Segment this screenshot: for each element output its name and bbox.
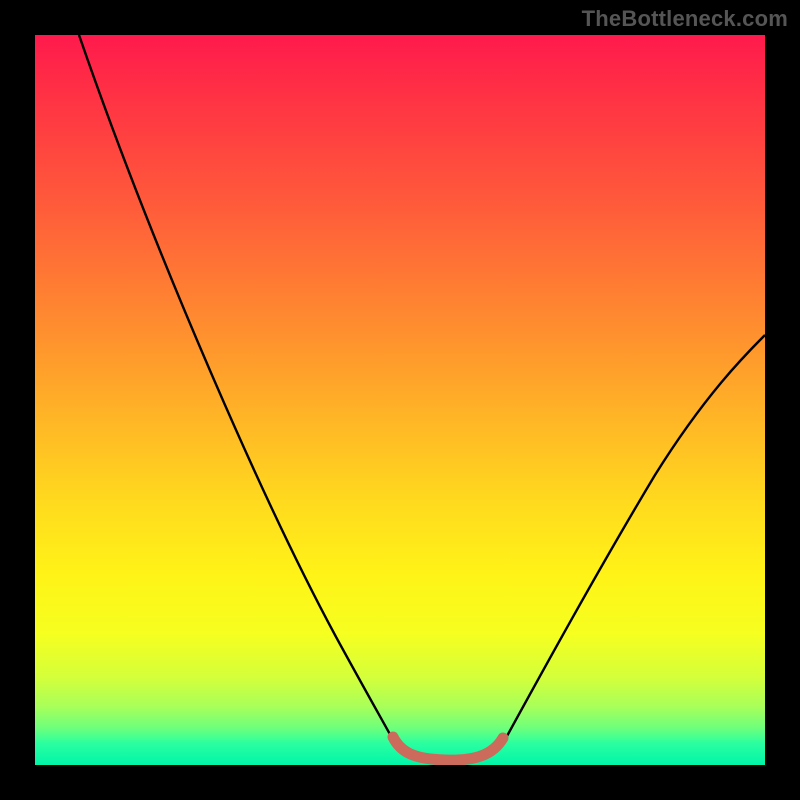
trough-band-path [393, 737, 503, 760]
curve-left-path [79, 35, 397, 747]
watermark-text: TheBottleneck.com [582, 6, 788, 32]
chart-frame: TheBottleneck.com [0, 0, 800, 800]
curve-overlay [35, 35, 765, 765]
plot-area [35, 35, 765, 765]
curve-right-path [501, 335, 765, 747]
